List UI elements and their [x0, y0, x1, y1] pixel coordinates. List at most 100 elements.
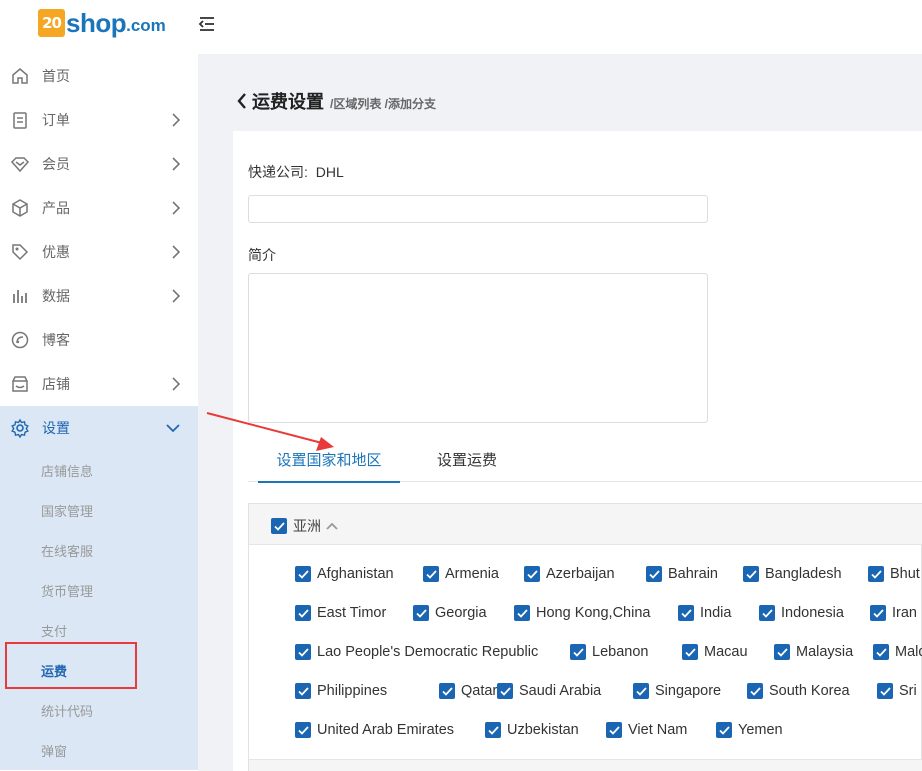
- tab-set-countries[interactable]: 设置国家和地区: [258, 449, 400, 483]
- country-checkbox-item[interactable]: United Arab Emirates: [295, 722, 454, 738]
- country-checkbox[interactable]: [678, 605, 694, 621]
- country-checkbox[interactable]: [570, 644, 586, 660]
- country-checkbox-item[interactable]: Azerbaijan: [524, 566, 615, 582]
- country-checkbox[interactable]: [413, 605, 429, 621]
- check-icon: [776, 647, 788, 657]
- country-checkbox-item[interactable]: Afghanistan: [295, 566, 394, 582]
- country-checkbox-item[interactable]: Uzbekistan: [485, 722, 579, 738]
- region-header: 亚洲: [249, 504, 922, 545]
- chevron-up-icon[interactable]: [326, 522, 338, 530]
- country-checkbox[interactable]: [295, 722, 311, 738]
- country-checkbox[interactable]: [870, 605, 886, 621]
- country-name: Singapore: [655, 683, 722, 699]
- sub-item-currency-management[interactable]: 货币管理: [0, 570, 198, 610]
- country-checkbox-item[interactable]: Sri: [877, 683, 917, 699]
- country-checkbox-item[interactable]: Hong Kong,China: [514, 605, 650, 621]
- sidebar-item-promotions[interactable]: 优惠: [0, 230, 198, 274]
- country-checkbox[interactable]: [743, 566, 759, 582]
- sidebar-item-settings[interactable]: 设置: [0, 406, 198, 450]
- country-checkbox[interactable]: [868, 566, 884, 582]
- sidebar-item-home[interactable]: 首页: [0, 54, 198, 98]
- country-checkbox[interactable]: [497, 683, 513, 699]
- tab-set-shipping-fee[interactable]: 设置运费: [420, 449, 514, 483]
- country-checkbox[interactable]: [873, 644, 889, 660]
- country-checkbox-item[interactable]: Saudi Arabia: [497, 683, 601, 699]
- sub-item-tracking-code[interactable]: 统计代码: [0, 690, 198, 730]
- country-checkbox[interactable]: [747, 683, 763, 699]
- sidebar-item-blog[interactable]: 博客: [0, 318, 198, 362]
- country-checkbox[interactable]: [774, 644, 790, 660]
- sub-item-online-service[interactable]: 在线客服: [0, 530, 198, 570]
- country-checkbox[interactable]: [295, 566, 311, 582]
- country-checkbox[interactable]: [646, 566, 662, 582]
- country-checkbox-item[interactable]: Indonesia: [759, 605, 844, 621]
- country-checkbox[interactable]: [633, 683, 649, 699]
- country-name: Mald: [895, 644, 922, 660]
- country-checkbox[interactable]: [439, 683, 455, 699]
- region-toggle[interactable]: 亚洲: [271, 516, 338, 536]
- country-checkbox[interactable]: [606, 722, 622, 738]
- company-label: 快递公司:: [248, 164, 308, 180]
- country-checkbox-item[interactable]: Philippines: [295, 683, 387, 699]
- country-checkbox-item[interactable]: Singapore: [633, 683, 721, 699]
- back-arrow-icon[interactable]: [236, 92, 248, 110]
- breadcrumb[interactable]: /区域列表 /添加分支: [330, 95, 436, 112]
- sidebar-item-members[interactable]: 会员: [0, 142, 198, 186]
- country-checkbox[interactable]: [485, 722, 501, 738]
- company-value: DHL: [315, 164, 344, 180]
- bar-chart-icon: [13, 290, 27, 303]
- country-checkbox-item[interactable]: Macau: [682, 644, 748, 660]
- country-checkbox-item[interactable]: Viet Nam: [606, 722, 687, 738]
- country-checkbox[interactable]: [423, 566, 439, 582]
- country-checkbox[interactable]: [877, 683, 893, 699]
- country-checkbox-item[interactable]: Bahrain: [646, 566, 718, 582]
- country-checkbox[interactable]: [682, 644, 698, 660]
- country-checkbox[interactable]: [295, 683, 311, 699]
- check-icon: [297, 569, 309, 579]
- country-checkbox[interactable]: [295, 644, 311, 660]
- sidebar-item-label: 会员: [42, 156, 70, 172]
- page-header: 运费设置 /区域列表 /添加分支: [236, 88, 436, 114]
- country-checkbox-item[interactable]: Qatar: [439, 683, 497, 699]
- sub-item-country-management[interactable]: 国家管理: [0, 490, 198, 530]
- check-icon: [749, 686, 761, 696]
- country-checkbox-item[interactable]: Malaysia: [774, 644, 853, 660]
- country-name: Lebanon: [592, 644, 649, 660]
- country-checkbox[interactable]: [716, 722, 732, 738]
- region-checkbox[interactable]: [271, 518, 287, 534]
- sidebar-item-products[interactable]: 产品: [0, 186, 198, 230]
- country-checkbox-item[interactable]: South Korea: [747, 683, 850, 699]
- country-checkbox-item[interactable]: Yemen: [716, 722, 783, 738]
- logo-name: shop: [66, 7, 127, 38]
- country-checkbox[interactable]: [514, 605, 530, 621]
- sidebar-item-store[interactable]: 店铺: [0, 362, 198, 406]
- country-checkbox-item[interactable]: Lao People's Democratic Republic: [295, 644, 538, 660]
- check-icon: [425, 569, 437, 579]
- menu-collapse-icon[interactable]: [197, 14, 217, 34]
- country-checkbox[interactable]: [295, 605, 311, 621]
- settings-submenu: 店铺信息 国家管理 在线客服 货币管理 支付 运费 统计代码 弹窗: [0, 450, 198, 770]
- country-checkbox[interactable]: [759, 605, 775, 621]
- country-name: Afghanistan: [317, 566, 394, 582]
- country-checkbox-item[interactable]: Mald: [873, 644, 922, 660]
- country-checkbox-item[interactable]: Armenia: [423, 566, 499, 582]
- country-checkbox[interactable]: [524, 566, 540, 582]
- country-checkbox-item[interactable]: Bangladesh: [743, 566, 842, 582]
- country-checkbox-item[interactable]: Iran: [870, 605, 917, 621]
- sub-item-store-info[interactable]: 店铺信息: [0, 450, 198, 490]
- country-checkbox-item[interactable]: Georgia: [413, 605, 487, 621]
- check-icon: [526, 569, 538, 579]
- country-checkbox-item[interactable]: East Timor: [295, 605, 386, 621]
- sub-item-popup[interactable]: 弹窗: [0, 730, 198, 770]
- intro-textarea[interactable]: [248, 273, 708, 423]
- country-checkbox-item[interactable]: Lebanon: [570, 644, 648, 660]
- brand-logo[interactable]: 20 shop .com: [38, 6, 166, 40]
- country-checkbox-item[interactable]: Bhut: [868, 566, 920, 582]
- sidebar-item-orders[interactable]: 订单: [0, 98, 198, 142]
- sidebar-item-label: 设置: [42, 420, 70, 436]
- sidebar-item-data[interactable]: 数据: [0, 274, 198, 318]
- country-checkbox-item[interactable]: India: [678, 605, 731, 621]
- check-icon: [516, 608, 528, 618]
- chevron-down-icon: [166, 424, 180, 433]
- name-input[interactable]: [248, 195, 708, 223]
